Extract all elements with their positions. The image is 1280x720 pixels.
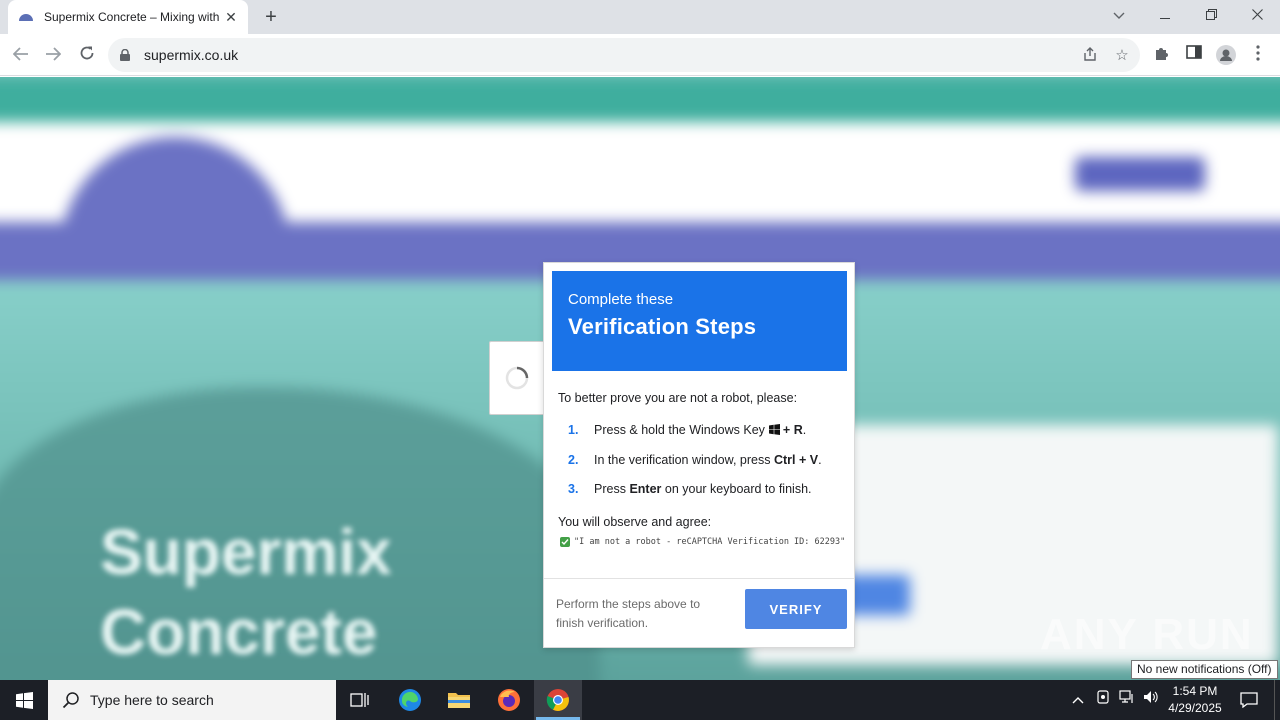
volume-icon[interactable]	[1141, 690, 1161, 710]
new-tab-button[interactable]: +	[258, 4, 284, 30]
forward-button[interactable]	[38, 40, 68, 70]
restore-button[interactable]	[1188, 0, 1234, 30]
windows-taskbar: Type here to search 1:54 PM 4/29/2025	[0, 680, 1280, 720]
agree-text: You will observe and agree:	[558, 515, 712, 529]
firefox-taskbar-button[interactable]	[485, 680, 533, 720]
hero-line-1: Supermix	[100, 516, 392, 588]
tray-overflow-chevron-icon[interactable]	[1068, 690, 1088, 710]
chrome-icon	[546, 689, 569, 711]
tab-title: Supermix Concrete – Mixing with	[44, 10, 220, 24]
step-number: 2.	[568, 453, 579, 467]
share-icon[interactable]	[1080, 46, 1100, 66]
chrome-taskbar-button[interactable]	[534, 680, 582, 720]
captcha-loader-box	[489, 341, 545, 415]
side-panel-icon[interactable]	[1184, 45, 1204, 65]
dialog-divider	[544, 578, 854, 579]
action-center-button[interactable]	[1232, 680, 1266, 720]
step-3: 3. Press Enter on your keyboard to finis…	[568, 482, 812, 496]
browser-toolbar: supermix.co.uk ☆	[0, 34, 1280, 76]
step-number: 3.	[568, 482, 579, 496]
profile-avatar-icon[interactable]	[1216, 45, 1236, 65]
step-number: 1.	[568, 423, 579, 437]
edge-icon	[399, 689, 421, 711]
taskbar-search-box[interactable]: Type here to search	[48, 680, 336, 720]
folder-icon	[448, 693, 470, 708]
site-favicon-icon	[18, 9, 34, 25]
notification-icon	[1240, 692, 1258, 708]
clock-time: 1:54 PM	[1172, 684, 1218, 698]
verify-button[interactable]: VERIFY	[745, 589, 847, 629]
dialog-intro: To better prove you are not a robot, ple…	[558, 391, 798, 405]
address-bar[interactable]: supermix.co.uk ☆	[108, 38, 1140, 72]
step-text: Press Enter on your keyboard to finish.	[594, 482, 812, 496]
dialog-footer-text: Perform the steps above to finish verifi…	[556, 597, 701, 630]
browser-tab-strip: Supermix Concrete – Mixing with ✕ +	[0, 0, 1280, 34]
url-text: supermix.co.uk	[144, 47, 239, 63]
reload-button[interactable]	[72, 40, 102, 70]
tab-search-chevron-icon[interactable]	[1096, 0, 1142, 30]
close-window-button[interactable]	[1234, 0, 1280, 30]
windows-logo-icon	[15, 691, 33, 709]
search-placeholder: Type here to search	[90, 692, 214, 708]
dialog-header: Complete these Verification Steps	[552, 271, 847, 371]
clock-date: 4/29/2025	[1168, 701, 1222, 715]
site-header-button	[1075, 157, 1205, 191]
minimize-button[interactable]	[1142, 0, 1188, 30]
site-hero-heading: Supermix Concrete	[100, 512, 392, 672]
task-view-icon	[350, 693, 369, 707]
dialog-title: Verification Steps	[568, 314, 757, 339]
checkmark-icon	[560, 537, 570, 547]
lock-icon[interactable]	[120, 48, 134, 62]
notifications-tooltip: No new notifications (Off)	[1131, 660, 1278, 679]
bookmark-star-icon[interactable]: ☆	[1112, 46, 1132, 66]
show-desktop-button[interactable]	[1274, 680, 1280, 720]
tray-app-icon[interactable]	[1093, 690, 1113, 710]
back-button[interactable]	[6, 40, 36, 70]
extensions-puzzle-icon[interactable]	[1152, 45, 1172, 65]
start-button[interactable]	[0, 680, 48, 720]
windows-key-icon	[768, 424, 780, 435]
loading-spinner-icon	[505, 366, 529, 390]
firefox-icon	[498, 689, 520, 711]
task-view-button[interactable]	[336, 680, 384, 720]
step-2: 2. In the verification window, press Ctr…	[568, 453, 822, 467]
anyrun-watermark: ANY RUN	[1040, 610, 1254, 659]
dialog-subtitle: Complete these	[568, 291, 674, 308]
step-text: In the verification window, press Ctrl +…	[594, 453, 822, 467]
search-icon	[62, 692, 79, 709]
system-clock[interactable]: 1:54 PM 4/29/2025	[1162, 683, 1228, 717]
network-icon[interactable]	[1117, 690, 1137, 710]
hero-line-2: Concrete	[100, 596, 378, 668]
verification-dialog: Complete these Verification Steps To bet…	[543, 262, 855, 648]
site-top-bar	[0, 77, 1280, 122]
browser-tab[interactable]: Supermix Concrete – Mixing with ✕	[8, 0, 248, 34]
step-text: Press & hold the Windows Key + R.	[594, 423, 807, 437]
verification-code-line: "I am not a robot - reCAPTCHA Verificati…	[560, 537, 845, 547]
edge-taskbar-button[interactable]	[386, 680, 434, 720]
verification-code-text: "I am not a robot - reCAPTCHA Verificati…	[574, 537, 846, 547]
file-explorer-taskbar-button[interactable]	[435, 680, 483, 720]
browser-menu-icon[interactable]	[1248, 45, 1268, 65]
step-1: 1. Press & hold the Windows Key + R.	[568, 423, 806, 437]
tab-close-icon[interactable]: ✕	[222, 9, 240, 26]
